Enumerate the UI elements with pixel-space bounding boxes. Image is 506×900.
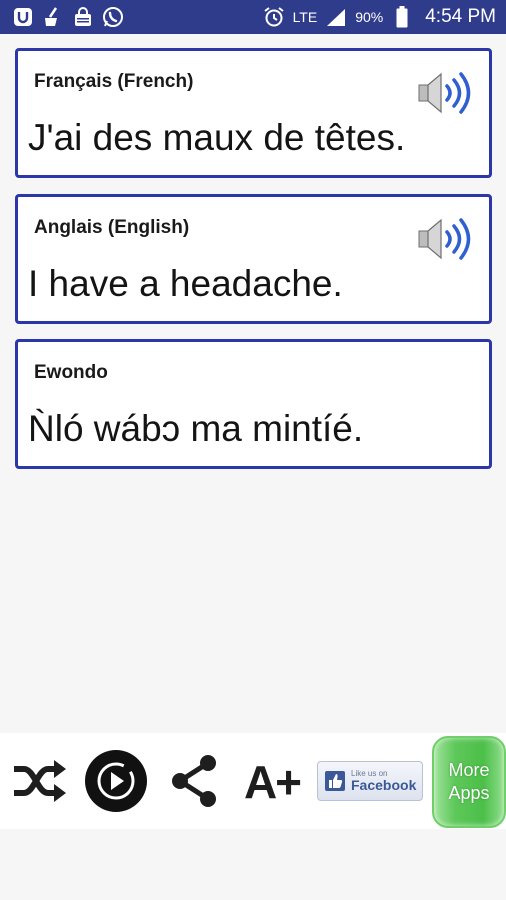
share-icon <box>172 755 216 807</box>
phrase-card-french: Français (French) J'ai des maux de têtes… <box>15 48 492 178</box>
shuffle-icon <box>14 760 66 802</box>
font-size-button[interactable]: A+ <box>238 755 306 809</box>
more-apps-button[interactable]: More Apps <box>432 736 506 828</box>
phrase-text: J'ai des maux de têtes. <box>28 117 406 158</box>
phrase-card-english: Anglais (English) I have a headache. <box>15 194 492 324</box>
bag-icon <box>72 6 94 28</box>
bottom-toolbar: A+ Like us on Facebook More Apps <box>0 733 506 829</box>
thumbs-up-icon <box>325 771 345 791</box>
cleaner-icon <box>42 6 64 28</box>
clock: 4:54 PM <box>425 6 496 27</box>
language-label: Ewondo <box>34 362 108 383</box>
facebook-big-text: Facebook <box>351 777 417 793</box>
language-label: Anglais (English) <box>34 217 190 238</box>
whatsapp-icon <box>102 6 124 28</box>
status-bar-system: LTE 90% 4:54 PM <box>263 6 496 28</box>
u-app-icon <box>12 6 34 28</box>
facebook-like-button[interactable]: Like us on Facebook <box>317 761 423 801</box>
more-apps-line1: More <box>448 760 490 780</box>
more-apps-line2: Apps <box>448 783 490 803</box>
battery-percent: 90% <box>355 9 384 25</box>
alarm-icon <box>263 6 285 28</box>
play-circle-icon <box>85 750 147 812</box>
play-button[interactable] <box>84 749 148 813</box>
phrase-card-ewondo: Ewondo Ǹló wábɔ ma mintíé. <box>15 339 492 469</box>
status-bar: LTE 90% 4:54 PM <box>0 0 506 34</box>
speaker-icon[interactable] <box>417 69 473 117</box>
battery-icon <box>391 6 413 28</box>
phrase-text: Ǹló wábɔ ma mintíé. <box>28 408 364 449</box>
facebook-text: Like us on Facebook <box>351 769 416 793</box>
language-label: Français (French) <box>34 71 194 92</box>
signal-icon <box>325 6 347 28</box>
phrase-text: I have a headache. <box>28 263 343 304</box>
network-type: LTE <box>292 9 318 25</box>
shuffle-button[interactable] <box>10 757 68 805</box>
status-bar-notifications <box>12 6 124 28</box>
share-button[interactable] <box>168 753 220 809</box>
speaker-icon[interactable] <box>417 215 473 263</box>
